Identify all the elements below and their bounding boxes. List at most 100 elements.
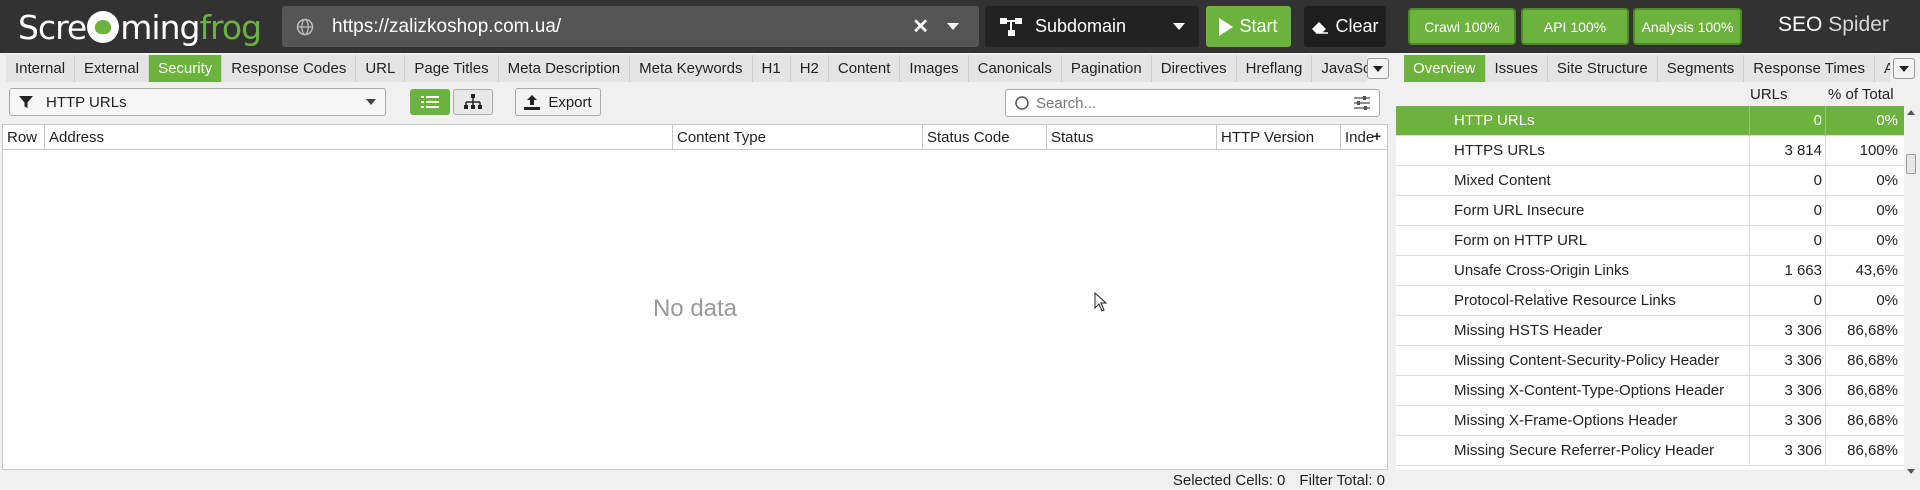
overview-row-urls: 3 306 (1784, 352, 1822, 369)
seo-spider-brand: SEO Spider (1778, 13, 1889, 37)
column-header-http-version[interactable]: HTTP Version (1217, 125, 1341, 150)
column-divider (1825, 286, 1826, 316)
overview-row-missing-content-security-policy-header[interactable]: Missing Content-Security-Policy Header 3 … (1396, 346, 1904, 376)
column-header-status[interactable]: Status (1047, 125, 1217, 150)
search-options-icon[interactable] (1353, 95, 1371, 111)
overview-row-form-on-http-url[interactable]: Form on HTTP URL 0 0% (1396, 226, 1904, 256)
right-tab-response-times[interactable]: Response Times (1744, 55, 1876, 82)
scroll-up-icon[interactable] (1907, 110, 1915, 115)
tab-internal[interactable]: Internal (6, 55, 76, 82)
chevron-down-icon (1373, 65, 1383, 72)
play-icon (1219, 17, 1234, 36)
clear-button[interactable]: Clear (1304, 6, 1386, 47)
url-history-dropdown-icon[interactable] (947, 23, 959, 30)
column-divider (1825, 376, 1826, 406)
tab-images[interactable]: Images (900, 55, 969, 82)
overview-row-urls: 3 306 (1784, 322, 1822, 339)
overview-scrollbar[interactable] (1904, 106, 1918, 478)
overview-row-missing-secure-referrer-policy-header[interactable]: Missing Secure Referrer-Policy Header 3 3… (1396, 436, 1904, 466)
right-tab-site-structure[interactable]: Site Structure (1547, 55, 1658, 82)
tab-external[interactable]: External (75, 55, 150, 82)
overview-row-urls: 0 (1813, 112, 1822, 129)
api-progress-button[interactable]: API 100% (1521, 8, 1629, 45)
column-divider (1825, 106, 1826, 136)
url-input[interactable]: https://zalizkoshop.com.ua/ (332, 16, 912, 38)
overview-row-mixed-content[interactable]: Mixed Content 0 0% (1396, 166, 1904, 196)
filter-select[interactable]: HTTP URLs (9, 88, 386, 116)
globe-icon (296, 18, 314, 35)
clear-url-icon[interactable]: ✕ (912, 14, 929, 39)
more-tabs-dropdown[interactable] (1367, 58, 1389, 79)
overview-row-protocol-relative-resource-links[interactable]: Protocol-Relative Resource Links 0 0% (1396, 286, 1904, 316)
logo-text-post: frog (199, 7, 262, 47)
tab-page-titles[interactable]: Page Titles (405, 55, 499, 82)
overview-row-label: Missing Secure Referrer-Policy Header (1454, 442, 1715, 459)
column-header-address[interactable]: Address (45, 125, 673, 150)
tab-meta-keywords[interactable]: Meta Keywords (630, 55, 753, 82)
right-tab-segments[interactable]: Segments (1657, 55, 1745, 82)
overview-row-label: Missing X-Content-Type-Options Header (1454, 382, 1725, 399)
tab-url[interactable]: URL (356, 55, 406, 82)
overview-row-label: Form URL Insecure (1454, 202, 1585, 219)
results-grid[interactable]: Row Address Content Type Status Code Status H… (2, 124, 1388, 470)
tab-content[interactable]: Content (828, 55, 901, 82)
overview-row-label: Missing Content-Security-Policy Header (1454, 352, 1720, 369)
filter-funnel-icon (19, 96, 33, 108)
search-box[interactable] (1005, 89, 1380, 117)
column-header-status-code[interactable]: Status Code (923, 125, 1047, 150)
column-divider (1825, 136, 1826, 166)
right-tab-ai[interactable]: AI (1875, 55, 1890, 82)
overview-row-urls: 0 (1813, 232, 1822, 249)
overview-row-missing-x-content-type-options-header[interactable]: Missing X-Content-Type-Options Header 3 3… (1396, 376, 1904, 406)
filter-total-count: Filter Total: 0 (1299, 471, 1385, 489)
right-tab-overview[interactable]: Overview (1404, 55, 1486, 82)
overview-row-urls: 1 663 (1784, 262, 1822, 279)
overview-row-pct: 0% (1876, 202, 1898, 219)
tab-directives[interactable]: Directives (1151, 55, 1237, 82)
tab-canonicals[interactable]: Canonicals (968, 55, 1062, 82)
chevron-down-icon (1173, 23, 1185, 30)
col-pct-header: % of Total (1828, 86, 1894, 103)
overview-row-pct: 0% (1876, 112, 1898, 129)
analysis-progress-button[interactable]: Analysis 100% (1633, 8, 1742, 45)
overview-row-unsafe-cross-origin-links[interactable]: Unsafe Cross-Origin Links 1 663 43,6% (1396, 256, 1904, 286)
right-tab-issues[interactable]: Issues (1485, 55, 1548, 82)
upload-icon (524, 94, 541, 110)
crawl-mode-select[interactable]: Subdomain (985, 6, 1199, 47)
brand-seo: SEO (1778, 13, 1823, 36)
crawl-progress-button[interactable]: Crawl 100% (1408, 8, 1516, 45)
start-button[interactable]: Start (1206, 6, 1291, 47)
tab-security[interactable]: Security (149, 55, 223, 82)
tab-javascrip[interactable]: JavaScrip (1312, 55, 1367, 82)
crawl-mode-label: Subdomain (1035, 16, 1127, 36)
add-column-icon[interactable]: + (1373, 128, 1381, 144)
export-button[interactable]: Export (515, 88, 601, 116)
tab-pagination[interactable]: Pagination (1061, 55, 1152, 82)
overview-row-form-url-insecure[interactable]: Form URL Insecure 0 0% (1396, 196, 1904, 226)
filter-select-value: HTTP URLs (46, 93, 127, 111)
export-button-label: Export (548, 93, 592, 111)
overview-row-pct: 86,68% (1847, 412, 1898, 429)
overview-row-missing-x-frame-options-header[interactable]: Missing X-Frame-Options Header 3 306 86,68… (1396, 406, 1904, 436)
url-input-box[interactable]: https://zalizkoshop.com.ua/ ✕ (282, 6, 979, 47)
scrollbar-thumb[interactable] (1906, 154, 1916, 174)
screaming-frog-logo: Scre ming frog (18, 6, 262, 48)
search-input[interactable] (1036, 94, 1353, 112)
overview-row-missing-hsts-header[interactable]: Missing HSTS Header 3 306 86,68% (1396, 316, 1904, 346)
overview-row-pct: 0% (1876, 292, 1898, 309)
scroll-down-icon[interactable] (1907, 469, 1915, 474)
col-urls-header: URLs (1750, 86, 1788, 103)
overview-row-http-urls[interactable]: HTTP URLs 0 0% (1396, 106, 1904, 136)
tab-h2[interactable]: H2 (790, 55, 829, 82)
tab-response-codes[interactable]: Response Codes (222, 55, 357, 82)
mouse-cursor-icon (1094, 292, 1108, 312)
column-header-row[interactable]: Row (3, 125, 45, 150)
column-header-content-type[interactable]: Content Type (673, 125, 923, 150)
tab-h1[interactable]: H1 (752, 55, 791, 82)
tab-hreflang[interactable]: Hreflang (1236, 55, 1313, 82)
tree-view-button[interactable] (453, 89, 493, 115)
overview-row-https-urls[interactable]: HTTPS URLs 3 814 100% (1396, 136, 1904, 166)
tab-meta-description[interactable]: Meta Description (498, 55, 631, 82)
list-view-button[interactable] (410, 89, 450, 115)
right-more-tabs-dropdown[interactable] (1893, 58, 1915, 79)
